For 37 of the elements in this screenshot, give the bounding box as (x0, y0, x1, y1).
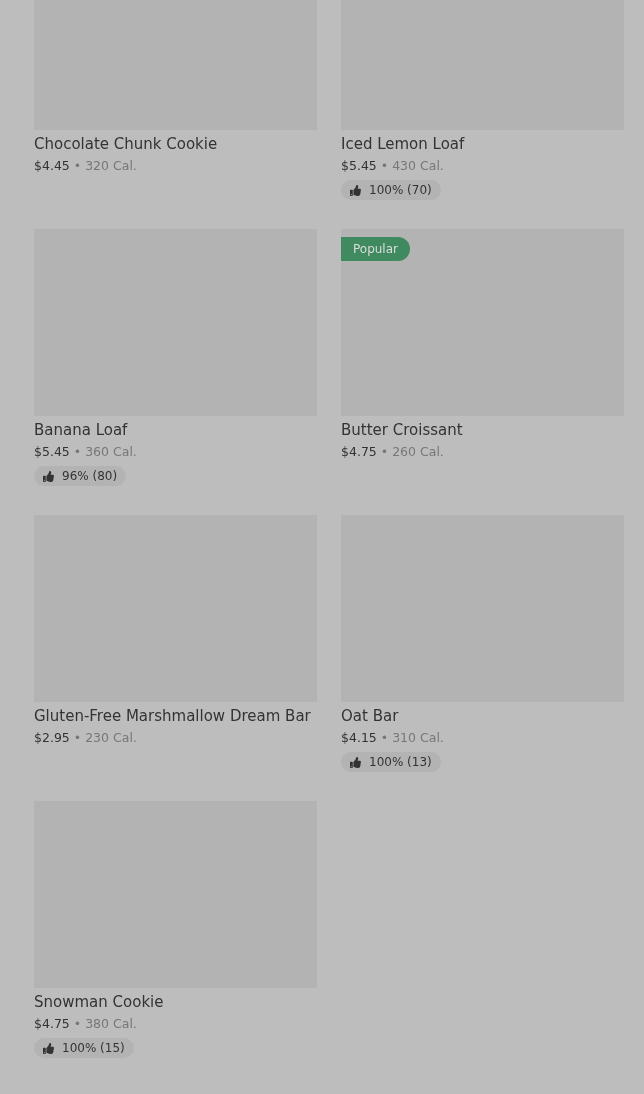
item-price: $4.75 (341, 444, 377, 460)
item-name[interactable]: Oat Bar (341, 707, 624, 725)
item-price: $5.45 (34, 444, 70, 460)
item-name[interactable]: Chocolate Chunk Cookie (34, 135, 317, 153)
thumbs-up-icon (350, 756, 361, 768)
item-name[interactable]: Butter Croissant (341, 421, 624, 439)
item-price: $4.15 (341, 730, 377, 746)
item-name[interactable]: Iced Lemon Loaf (341, 135, 624, 153)
item-name[interactable]: Gluten-Free Marshmallow Dream Bar (34, 707, 317, 725)
separator-dot: • (73, 1016, 82, 1032)
separator-dot: • (73, 444, 82, 460)
thumbs-up-icon (43, 1042, 54, 1054)
separator-dot: • (380, 444, 389, 460)
separator-dot: • (73, 730, 82, 746)
thumbs-up-icon (43, 470, 54, 482)
thumbs-up-icon (350, 184, 361, 196)
item-calories: 380 Cal. (85, 1016, 137, 1032)
rating-badge: 100% (70) (341, 180, 441, 200)
item-price: $5.45 (341, 158, 377, 174)
item-price: $2.95 (34, 730, 70, 746)
item-price: $4.45 (34, 158, 70, 174)
separator-dot: • (73, 158, 82, 174)
item-calories: 230 Cal. (85, 730, 137, 746)
rating-badge: 100% (15) (34, 1038, 134, 1058)
separator-dot: • (380, 730, 389, 746)
item-calories: 260 Cal. (392, 444, 444, 460)
item-calories: 320 Cal. (85, 158, 137, 174)
item-calories: 430 Cal. (392, 158, 444, 174)
item-name[interactable]: Banana Loaf (34, 421, 317, 439)
item-calories: 310 Cal. (392, 730, 444, 746)
item-calories: 360 Cal. (85, 444, 137, 460)
item-price: $4.75 (34, 1016, 70, 1032)
popular-tag: Popular (341, 237, 410, 261)
item-name[interactable]: Snowman Cookie (34, 993, 317, 1011)
rating-badge: 96% (80) (34, 466, 127, 486)
separator-dot: • (380, 158, 389, 174)
rating-badge: 100% (13) (341, 752, 441, 772)
